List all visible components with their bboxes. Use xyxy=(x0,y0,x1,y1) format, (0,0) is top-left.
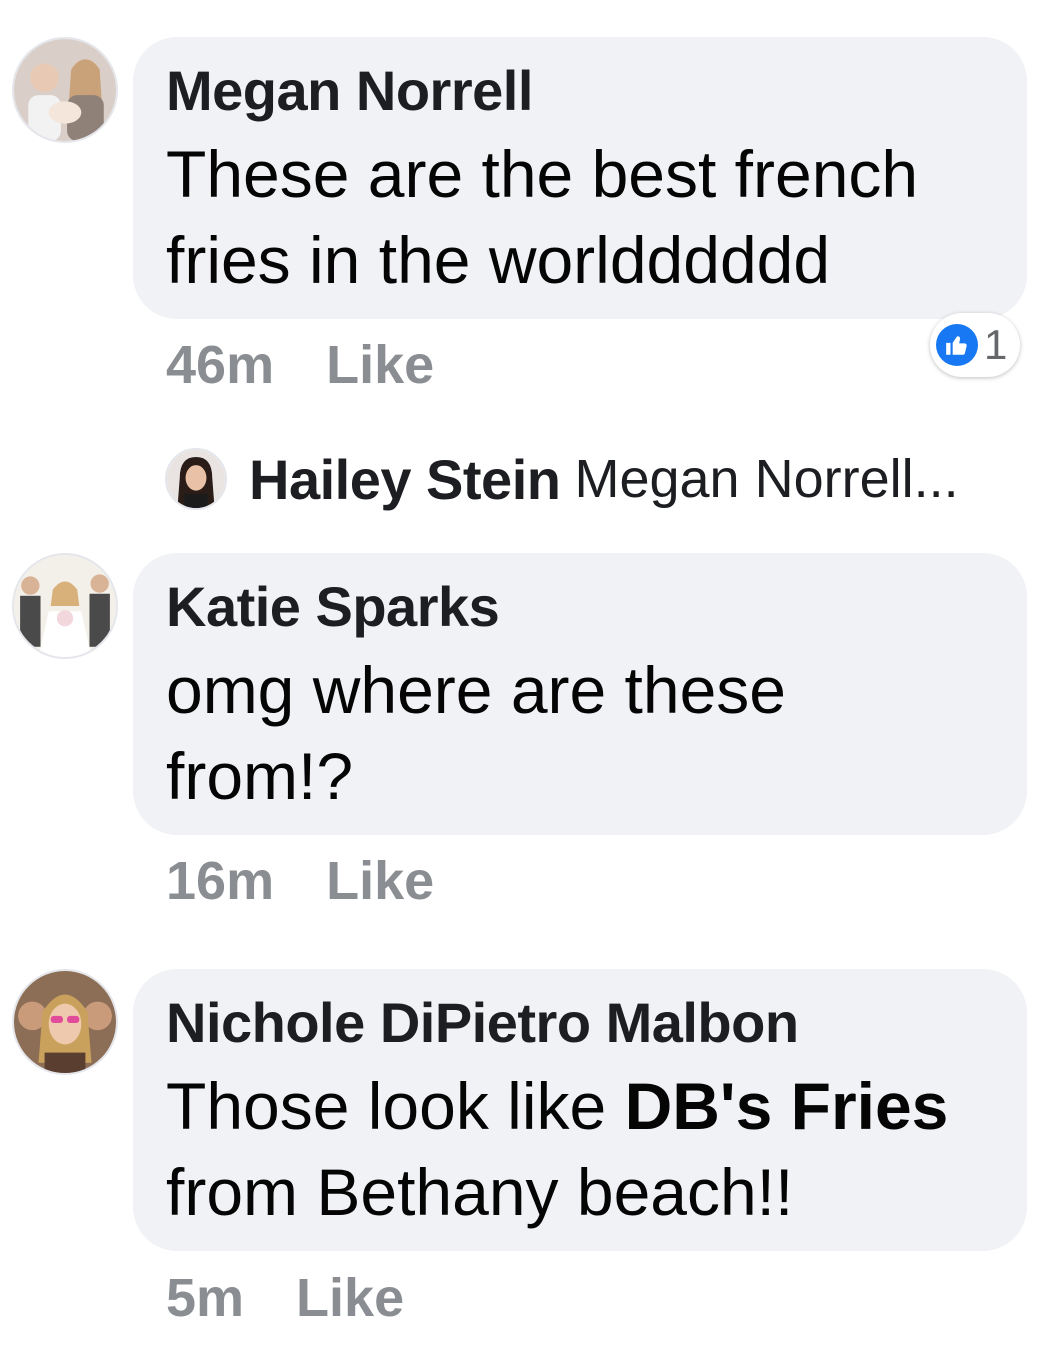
comment-author[interactable]: Nichole DiPietro Malbon xyxy=(166,991,997,1055)
like-button[interactable]: Like xyxy=(296,1268,404,1328)
comment-text: omg where are these from!? xyxy=(166,647,997,819)
reply-preview[interactable]: Hailey Stein Megan Norrell... xyxy=(165,444,959,514)
reply-author[interactable]: Hailey Stein xyxy=(249,447,561,512)
avatar-nichole-dipietro-malbon[interactable] xyxy=(12,969,118,1075)
comment-text: These are the best french fries in the w… xyxy=(166,131,997,303)
comment-timestamp[interactable]: 5m xyxy=(166,1268,244,1328)
avatar-katie-sparks[interactable] xyxy=(12,553,118,659)
comment-timestamp[interactable]: 46m xyxy=(166,335,274,395)
comment-meta-3: 5m Like xyxy=(166,1268,404,1328)
thumbs-up-icon xyxy=(936,324,978,366)
tagged-page-link[interactable]: DB's Fries xyxy=(625,1069,949,1143)
comment-meta-2: 16m Like xyxy=(166,851,434,911)
comment-text-line: from Bethany beach!! xyxy=(166,1155,794,1229)
comment-bubble-1[interactable]: Megan Norrell These are the best french … xyxy=(133,37,1027,319)
avatar-hailey-stein[interactable] xyxy=(165,448,227,510)
comment-text-segment: Those look like xyxy=(166,1069,625,1143)
comment-text-line: omg where are these xyxy=(166,653,787,727)
comment-bubble-2[interactable]: Katie Sparks omg where are these from!? xyxy=(133,553,1027,835)
comment-meta-1: 46m Like xyxy=(166,335,434,395)
comment-author[interactable]: Katie Sparks xyxy=(166,575,997,639)
avatar-katie-sparks-photo xyxy=(14,555,116,657)
comment-text-line: Those look like DB's Fries xyxy=(166,1063,997,1149)
reaction-count: 1 xyxy=(984,321,1008,368)
comment-bubble-3[interactable]: Nichole DiPietro Malbon Those look like … xyxy=(133,969,1027,1251)
reaction-badge[interactable]: 1 xyxy=(930,313,1020,377)
comment-text: Those look like DB's Fries from Bethany … xyxy=(166,1063,997,1235)
reply-preview-text: Megan Norrell... xyxy=(574,449,959,509)
avatar-megan-norrell[interactable] xyxy=(12,37,118,143)
avatar-nichole-photo xyxy=(14,971,116,1073)
comment-text-line: from!? xyxy=(166,739,354,813)
avatar-megan-norrell-photo xyxy=(14,39,116,141)
comment-author[interactable]: Megan Norrell xyxy=(166,59,997,123)
comment-text-line: These are the best french xyxy=(166,137,919,211)
avatar-hailey-stein-photo xyxy=(167,450,225,508)
like-button[interactable]: Like xyxy=(326,851,434,911)
like-button[interactable]: Like xyxy=(326,335,434,395)
comment-timestamp[interactable]: 16m xyxy=(166,851,274,911)
comment-text-line: fries in the worldddddd xyxy=(166,223,831,297)
